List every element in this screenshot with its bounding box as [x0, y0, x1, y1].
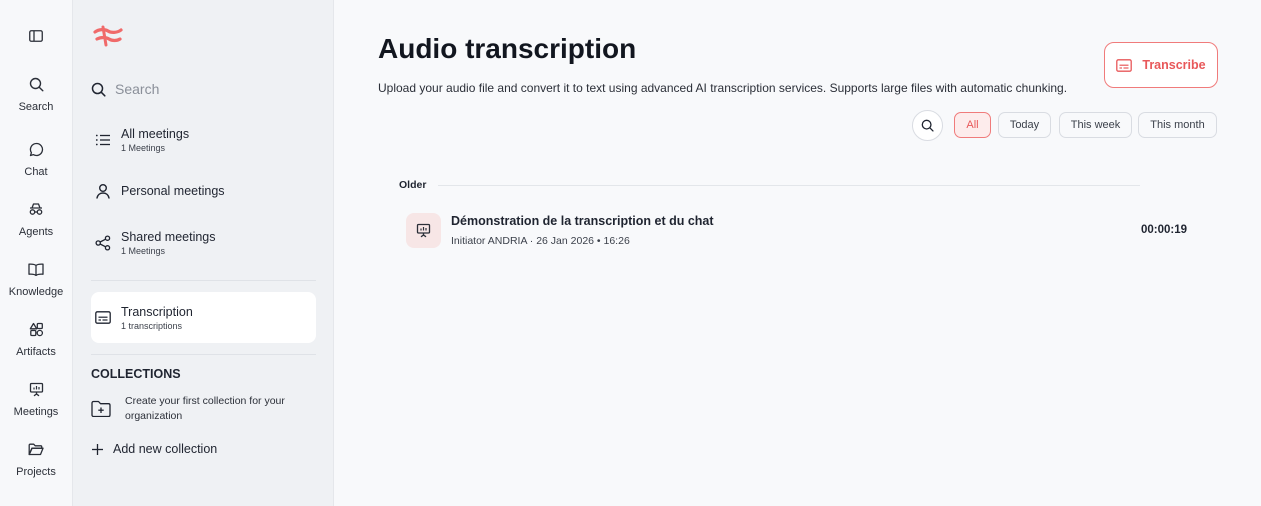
main-content: Audio transcription Upload your audio fi… [334, 0, 1261, 506]
rail-item-agents[interactable]: Agents [0, 200, 72, 252]
sidebar-item-label: All meetings [121, 127, 190, 141]
collections-empty-state[interactable]: Create your first collection for your or… [91, 394, 316, 424]
page-title: Audio transcription [378, 33, 637, 64]
shapes-icon [27, 320, 45, 338]
rail-item-label: Meetings [13, 406, 59, 418]
app-window: Search Chat Agents Knowledge Artifacts M… [0, 0, 1261, 506]
rail-item-projects[interactable]: Projects [0, 440, 72, 492]
user-icon [95, 183, 111, 199]
sidebar-divider [91, 354, 316, 355]
add-collection-label: Add new collection [113, 442, 218, 456]
sidebar-search[interactable] [91, 78, 317, 100]
search-icon [921, 119, 934, 132]
meeting-meta: Initiator ANDRIA · 26 Jan 2026 • 16:26 [451, 235, 630, 247]
rail-item-meetings[interactable]: Meetings [0, 380, 72, 432]
sidebar-item-count: 1 transcriptions [121, 320, 183, 331]
share-icon [95, 235, 111, 251]
captions-icon [95, 311, 111, 324]
rail-item-label: Projects [16, 466, 56, 478]
group-divider [438, 185, 1140, 186]
rail-item-search[interactable]: Search [0, 75, 72, 127]
list-icon [95, 133, 111, 147]
book-icon [27, 260, 45, 278]
filter-chip-all[interactable]: All [954, 112, 991, 138]
transcribe-button-label: Transcribe [1142, 58, 1206, 72]
rail-item-artifacts[interactable]: Artifacts [0, 320, 72, 372]
transcribe-button[interactable]: Transcribe [1104, 42, 1218, 88]
meeting-duration: 00:00:19 [1141, 224, 1188, 236]
list-item[interactable]: Démonstration de la transcription et du … [404, 208, 1204, 252]
icon-rail: Search Chat Agents Knowledge Artifacts M… [0, 0, 73, 506]
page-description: Upload your audio file and convert it to… [378, 81, 1068, 95]
sidebar-item-count: 1 Meetings [121, 246, 166, 256]
sidebar-item-personal-meetings[interactable]: Personal meetings [91, 167, 316, 215]
sidebar-item-shared-meetings[interactable]: Shared meetings 1 Meetings [91, 219, 316, 267]
captions-icon [1116, 58, 1133, 72]
filter-chip-this-month[interactable]: This month [1138, 112, 1217, 138]
filter-search-button[interactable] [912, 110, 943, 141]
presentation-icon [27, 380, 45, 398]
add-collection-button[interactable]: Add new collection [91, 442, 217, 456]
brand-logo [93, 24, 123, 48]
folder-icon [27, 440, 45, 458]
presentation-icon [406, 213, 441, 248]
search-icon [91, 82, 106, 97]
rail-item-chat[interactable]: Chat [0, 140, 72, 192]
meeting-title: Démonstration de la transcription et du … [451, 214, 714, 228]
folder-plus-icon [91, 400, 111, 417]
filter-chip-today[interactable]: Today [998, 112, 1051, 138]
collections-heading: COLLECTIONS [91, 367, 181, 381]
sidebar-toggle-icon[interactable] [27, 27, 45, 45]
chat-icon [27, 140, 45, 158]
sidebar-item-label: Personal meetings [121, 184, 225, 198]
sidebar-item-all-meetings[interactable]: All meetings 1 Meetings [91, 116, 316, 164]
search-input[interactable] [115, 81, 295, 97]
search-icon [27, 75, 45, 93]
group-label: Older [399, 179, 427, 191]
rail-item-label: Knowledge [8, 286, 64, 298]
meetings-sidebar: All meetings 1 Meetings Personal meeting… [73, 0, 334, 506]
collections-empty-text: Create your first collection for your or… [125, 395, 285, 422]
filter-chip-this-week[interactable]: This week [1059, 112, 1132, 138]
sidebar-item-count: 1 Meetings [121, 143, 166, 153]
rail-item-label: Artifacts [16, 346, 56, 358]
sidebar-item-label: Shared meetings [121, 230, 216, 244]
rail-item-knowledge[interactable]: Knowledge [0, 260, 72, 312]
sidebar-item-label: Transcription [121, 304, 193, 319]
rail-item-label: Agents [18, 226, 54, 238]
rail-item-label: Chat [24, 166, 48, 178]
rail-item-label: Search [18, 101, 54, 113]
sidebar-item-transcription[interactable]: Transcription 1 transcriptions [91, 292, 316, 343]
sidebar-divider [91, 280, 316, 281]
agents-icon [27, 200, 45, 218]
plus-icon [91, 443, 104, 456]
